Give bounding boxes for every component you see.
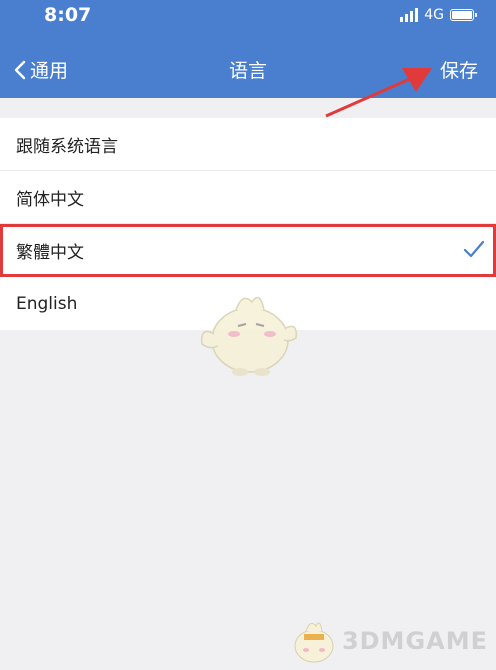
watermark: 3DMGAME xyxy=(290,616,488,666)
language-label: 繁體中文 xyxy=(16,242,84,263)
language-option-system[interactable]: 跟随系统语言 xyxy=(0,118,496,171)
status-time: 8:07 xyxy=(44,4,92,26)
language-label: 简体中文 xyxy=(16,189,84,210)
language-label: English xyxy=(16,293,78,314)
save-button[interactable]: 保存 xyxy=(440,56,478,83)
checkmark-icon xyxy=(463,240,485,258)
language-option-traditional-chinese[interactable]: 繁體中文 xyxy=(0,224,496,277)
mascot-watermark-icon xyxy=(201,296,298,376)
language-option-simplified-chinese[interactable]: 简体中文 xyxy=(0,171,496,224)
signal-icon xyxy=(400,8,419,22)
watermark-text: 3DMGAME xyxy=(341,627,488,655)
network-type: 4G xyxy=(424,7,444,23)
language-label: 跟随系统语言 xyxy=(16,136,118,157)
battery-icon xyxy=(450,9,477,21)
status-indicators: 4G xyxy=(400,7,477,23)
annotation-arrow xyxy=(325,68,432,118)
watermark-mascot-icon xyxy=(294,622,334,663)
